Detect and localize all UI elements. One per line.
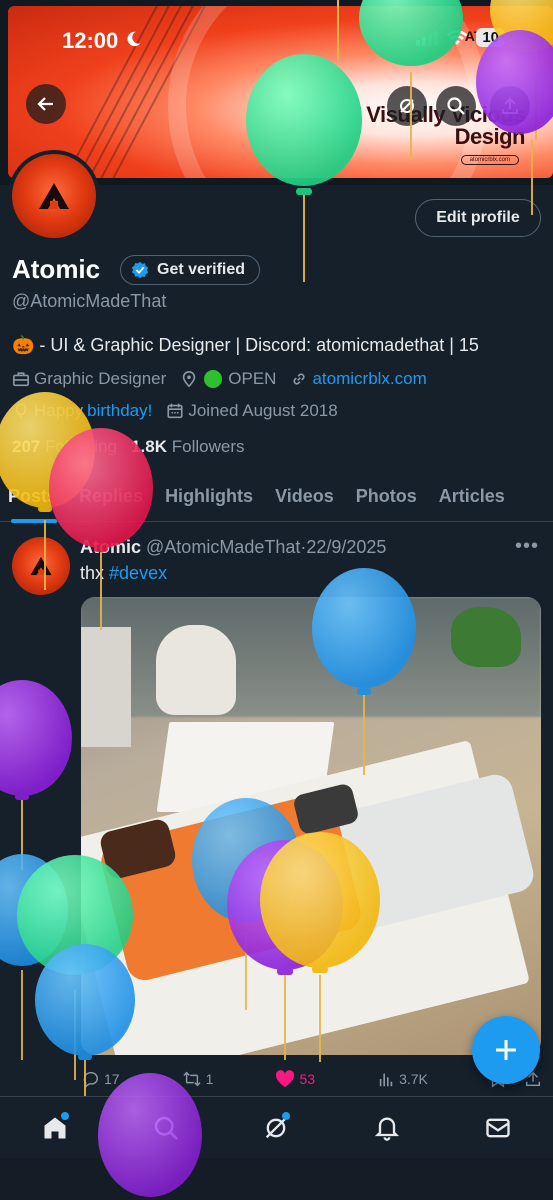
profile-meta-row-2: Happy birthday! Joined August 2018 [12,401,352,421]
more-button[interactable] [490,86,530,126]
followers-link[interactable]: 1.8K Followers [131,437,244,456]
tab-highlights[interactable]: Highlights [154,470,264,522]
post-author[interactable]: Atomic [80,537,141,557]
profile-avatar[interactable] [8,150,100,242]
profile-birthday: Happy birthday! [12,401,152,421]
share-icon [502,97,518,114]
bottom-navigation [0,1096,553,1158]
arrow-left-icon [37,97,53,111]
nav-home[interactable] [35,1108,75,1148]
profile-name: Atomic [12,254,101,284]
status-indicators: 10 [416,28,505,47]
battery-indicator: 10 [476,28,505,47]
reply-icon [83,1071,99,1088]
tab-articles[interactable]: Articles [428,470,516,522]
nav-search[interactable] [146,1108,186,1148]
tab-videos[interactable]: Videos [264,470,345,522]
profile-tabs: Posts Replies Highlights Videos Photos A… [0,470,553,523]
briefcase-icon [12,372,30,387]
atomic-logo-icon [39,183,69,209]
signal-icon [416,30,439,46]
post-header: Atomic @AtomicMadeThat·22/9/2025 [80,537,387,557]
status-time: 12:00 [62,28,119,53]
follow-stats: 207 Following 1.8K Followers [12,437,245,457]
views-icon [379,1073,393,1087]
messages-icon [486,1118,510,1137]
blue-balloon [0,854,68,1060]
more-options-icon[interactable]: ••• [515,535,539,558]
get-verified-button[interactable]: Get verified [120,255,261,285]
profile-handle: @AtomicMadeThat [12,291,167,311]
wifi-icon [446,29,468,45]
balloon-icon [15,402,27,419]
reply-button[interactable]: 17 [82,1070,120,1088]
nav-messages[interactable] [478,1108,518,1148]
home-notification-dot [61,1111,70,1120]
repost-icon [183,1071,201,1087]
profile-bio: 🎃 - UI & Graphic Designer | Discord: ato… [12,335,479,355]
calendar-icon [167,403,183,419]
post-handle: @AtomicMadeThat [146,537,301,557]
post-photo[interactable] [81,597,541,1055]
tab-photos[interactable]: Photos [345,470,428,522]
search-icon [154,1116,178,1140]
banner-url: atomicrblx.com [460,155,519,165]
grok-icon [400,99,414,113]
green-circle-icon [204,370,223,388]
notifications-icon [374,1117,400,1141]
like-button[interactable]: 53 [275,1070,315,1088]
grok-button[interactable] [387,86,427,126]
get-verified-label: Get verified [157,261,246,278]
following-link[interactable]: 207 Following [12,437,117,456]
heart-icon [276,1070,295,1087]
profile-website[interactable]: atomicrblx.com [290,369,427,389]
atomic-logo-icon [30,556,52,576]
location-pin-icon [183,371,196,388]
post-actions: 17 1 53 3.7K [82,1066,542,1092]
edit-profile-button[interactable]: Edit profile [415,199,541,237]
link-icon [293,373,306,385]
post-date: 22/9/2025 [306,537,387,557]
search-button[interactable] [436,86,476,126]
tab-posts[interactable]: Posts [0,470,68,523]
plus-icon [496,1040,516,1060]
birthday-link[interactable]: birthday! [87,401,152,421]
back-button[interactable] [26,84,66,124]
home-indicator-area [0,1158,553,1200]
moon-icon [127,31,141,47]
search-icon [447,97,465,115]
post-avatar[interactable] [12,537,70,595]
post-text: thx #devex [80,563,168,583]
profile-meta-row-1: Graphic Designer OPEN atomicrblx.com [12,369,441,389]
compose-post-button[interactable] [472,1016,540,1084]
purple-balloon [0,680,72,870]
profile-category: Graphic Designer [12,369,166,389]
nav-grok[interactable] [256,1108,296,1148]
nav-notifications[interactable] [367,1108,407,1148]
repost-button[interactable]: 1 [182,1070,213,1088]
tab-replies[interactable]: Replies [68,470,154,522]
profile-location: OPEN [180,369,276,389]
views-button[interactable]: 3.7K [377,1070,428,1088]
profile-joined: Joined August 2018 [166,401,338,421]
hashtag-link[interactable]: #devex [109,563,167,583]
verified-badge-icon [131,261,149,279]
